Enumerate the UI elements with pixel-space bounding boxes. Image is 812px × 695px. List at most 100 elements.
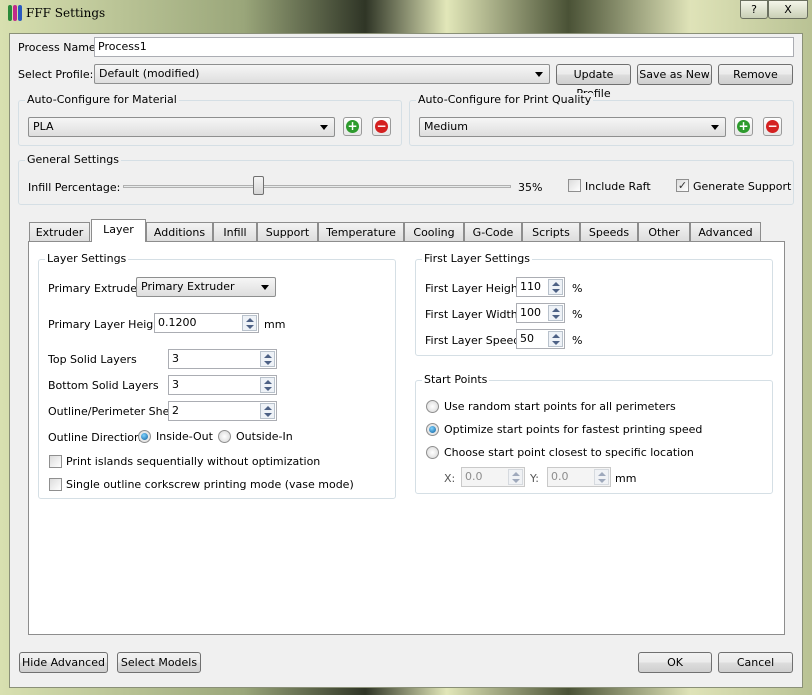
generate-support-label: Generate Support — [693, 180, 792, 193]
tab-layer[interactable]: Layer — [91, 219, 146, 242]
tab-speeds[interactable]: Speeds — [580, 222, 638, 242]
general-title: General Settings — [25, 153, 121, 166]
layer-height-value: 0.1200 — [158, 316, 197, 329]
first-layer-speed-value: 50 — [520, 332, 534, 345]
close-button[interactable]: X — [768, 0, 808, 19]
closest-start-radio[interactable] — [426, 446, 439, 459]
ok-button[interactable]: OK — [638, 652, 712, 673]
save-as-new-button[interactable]: Save as New — [637, 64, 712, 85]
xy-unit: mm — [615, 472, 637, 485]
spin-arrows-icon[interactable] — [260, 403, 275, 419]
bottom-solid-label: Bottom Solid Layers — [48, 379, 159, 392]
update-profile-button[interactable]: Update Profile — [556, 64, 631, 100]
minus-icon: − — [375, 119, 388, 133]
layer-height-input[interactable]: 0.1200 — [154, 313, 259, 333]
add-quality-button[interactable]: + — [734, 117, 753, 136]
material-select[interactable]: PLA — [28, 117, 335, 137]
x-input[interactable]: 0.0 — [461, 467, 525, 487]
add-material-button[interactable]: + — [343, 117, 362, 136]
spin-arrows-icon[interactable] — [242, 315, 257, 331]
first-layer-height-input[interactable]: 110 — [516, 277, 565, 297]
vase-mode-checkbox[interactable] — [49, 478, 62, 491]
shells-value: 2 — [172, 404, 179, 417]
first-layer-width-unit: % — [572, 308, 583, 321]
general-settings-group: General Settings Infill Percentage: 35% … — [18, 153, 794, 205]
first-layer-speed-input[interactable]: 50 — [516, 329, 565, 349]
tab-additions[interactable]: Additions — [146, 222, 213, 242]
profile-value: Default (modified) — [99, 67, 200, 80]
outside-in-label: Outside-In — [236, 430, 293, 443]
material-group: Auto-Configure for Material PLA + − — [18, 93, 402, 146]
start-points-group: Start Points Use random start points for… — [415, 373, 773, 494]
random-start-radio[interactable] — [426, 400, 439, 413]
spin-arrows-icon[interactable] — [260, 351, 275, 367]
tab-gcode[interactable]: G-Code — [464, 222, 522, 242]
help-button[interactable]: ? — [740, 0, 768, 19]
include-raft-label: Include Raft — [585, 180, 651, 193]
primary-extruder-label: Primary Extruder — [48, 282, 142, 295]
first-layer-height-label: First Layer Height — [425, 282, 523, 295]
infill-label: Infill Percentage: — [28, 181, 121, 194]
tab-extruder[interactable]: Extruder — [29, 222, 90, 242]
remove-material-button[interactable]: − — [372, 117, 391, 136]
inside-out-radio[interactable] — [138, 430, 151, 443]
app-icon — [8, 5, 22, 21]
tab-scripts[interactable]: Scripts — [522, 222, 580, 242]
spin-arrows-icon[interactable] — [548, 331, 563, 347]
layer-settings-title: Layer Settings — [45, 252, 129, 265]
spin-arrows-icon[interactable] — [508, 469, 523, 485]
quality-group: Auto-Configure for Print Quality Medium … — [409, 93, 794, 146]
minus-icon: − — [766, 119, 779, 133]
chevron-down-icon — [535, 72, 543, 77]
chevron-down-icon — [711, 125, 719, 130]
top-solid-input[interactable]: 3 — [168, 349, 277, 369]
quality-select[interactable]: Medium — [419, 117, 726, 137]
layer-settings-group: Layer Settings Primary Extruder Primary … — [38, 252, 396, 499]
first-layer-height-unit: % — [572, 282, 583, 295]
closest-start-label: Choose start point closest to specific l… — [444, 446, 694, 459]
print-islands-checkbox[interactable] — [49, 455, 62, 468]
y-label: Y: — [530, 472, 539, 485]
process-name-input[interactable]: Process1 — [94, 37, 794, 57]
tab-advanced[interactable]: Advanced — [690, 222, 761, 242]
tab-cooling[interactable]: Cooling — [404, 222, 464, 242]
remove-button[interactable]: Remove — [718, 64, 793, 85]
title-bar[interactable]: FFF Settings ? X — [0, 0, 812, 30]
profile-select[interactable]: Default (modified) — [94, 64, 550, 84]
first-layer-speed-unit: % — [572, 334, 583, 347]
spin-arrows-icon[interactable] — [594, 469, 609, 485]
layer-tab-pane: Layer Settings Primary Extruder Primary … — [28, 241, 785, 635]
primary-extruder-select[interactable]: Primary Extruder — [136, 277, 276, 297]
tab-other[interactable]: Other — [638, 222, 690, 242]
remove-quality-button[interactable]: − — [763, 117, 782, 136]
outline-direction-label: Outline Direction: — [48, 431, 145, 444]
bottom-solid-input[interactable]: 3 — [168, 375, 277, 395]
cancel-button[interactable]: Cancel — [718, 652, 793, 673]
tab-infill[interactable]: Infill — [213, 222, 257, 242]
tab-temperature[interactable]: Temperature — [318, 222, 404, 242]
x-label: X: — [444, 472, 456, 485]
select-profile-label: Select Profile: — [18, 68, 94, 81]
spin-arrows-icon[interactable] — [548, 305, 563, 321]
include-raft-checkbox[interactable] — [568, 179, 581, 192]
first-layer-height-value: 110 — [520, 280, 541, 293]
first-layer-width-input[interactable]: 100 — [516, 303, 565, 323]
select-models-button[interactable]: Select Models — [117, 652, 201, 673]
outside-in-radio[interactable] — [218, 430, 231, 443]
top-solid-label: Top Solid Layers — [48, 353, 137, 366]
spin-arrows-icon[interactable] — [260, 377, 275, 393]
spin-arrows-icon[interactable] — [548, 279, 563, 295]
shells-input[interactable]: 2 — [168, 401, 277, 421]
y-input[interactable]: 0.0 — [547, 467, 611, 487]
material-title: Auto-Configure for Material — [25, 93, 179, 106]
optimize-start-label: Optimize start points for fastest printi… — [444, 423, 703, 436]
tab-support[interactable]: Support — [257, 222, 318, 242]
generate-support-checkbox[interactable]: ✓ — [676, 179, 689, 192]
first-layer-width-label: First Layer Width — [425, 308, 518, 321]
infill-value: 35% — [518, 181, 543, 194]
infill-slider-handle[interactable] — [252, 176, 264, 195]
optimize-start-radio[interactable] — [426, 423, 439, 436]
infill-slider[interactable] — [123, 185, 511, 188]
process-name-label: Process Name: — [18, 41, 100, 54]
hide-advanced-button[interactable]: Hide Advanced — [19, 652, 108, 673]
